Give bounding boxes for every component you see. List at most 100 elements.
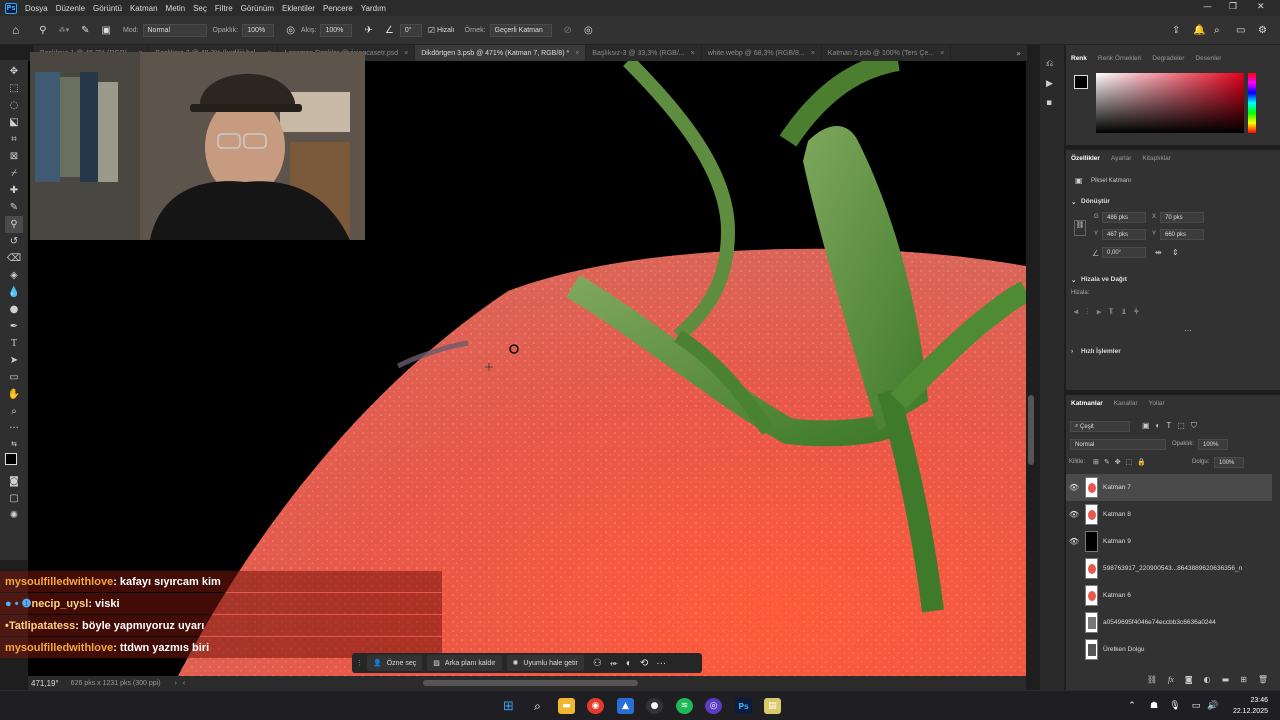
hue-slider[interactable] <box>1248 73 1256 133</box>
brush-settings-icon[interactable]: ✎ <box>81 25 89 36</box>
object-select-tool-icon[interactable]: ⬕ <box>5 114 23 131</box>
pressure-size-icon[interactable]: ◎ <box>584 25 593 36</box>
file-explorer-icon[interactable]: ▬ <box>558 698 575 714</box>
zoom-level[interactable]: 471,19° <box>31 679 59 688</box>
more-tools-icon[interactable]: ··· <box>5 420 23 437</box>
menu-sec[interactable]: Seç <box>193 4 207 13</box>
discord-icon[interactable]: ☗ <box>1148 698 1160 714</box>
menu-yardim[interactable]: Yardım <box>361 4 386 13</box>
search-icon[interactable]: ⌕ <box>529 698 546 714</box>
layer-filter-icons[interactable]: ▣◐T⬚⛉ <box>1142 421 1203 431</box>
spotify-icon[interactable]: ≋ <box>676 698 693 714</box>
layer-row[interactable]: 👁 Katman 7 <box>1066 474 1272 501</box>
tab-swatches[interactable]: Renk Örnekleri <box>1098 55 1141 62</box>
microphone-icon[interactable]: 🎙 <box>1169 698 1181 714</box>
aligned-checkbox[interactable]: ☑ <box>428 26 435 35</box>
home-icon[interactable]: ⌂ <box>12 23 19 37</box>
brush-tool-icon[interactable]: ✎ <box>5 199 23 216</box>
color-field[interactable] <box>1096 73 1244 133</box>
transform-chevron-icon[interactable]: ⌄ <box>1071 198 1076 206</box>
marquee-tool-icon[interactable]: ⬚ <box>5 80 23 97</box>
image-viewer-icon[interactable]: ▤ <box>764 698 781 714</box>
rotation-input[interactable]: 0,00° <box>1102 247 1146 258</box>
new-layer-icon[interactable]: ⊞ <box>1240 675 1247 684</box>
height-input[interactable]: 467 pks <box>1102 229 1146 240</box>
tab-gradients[interactable]: Degradeler <box>1152 55 1184 62</box>
photos-icon[interactable]: ▲ <box>617 698 634 714</box>
pressure-opacity-icon[interactable]: ◎ <box>286 25 295 36</box>
menu-pencere[interactable]: Pencere <box>323 4 353 13</box>
width-input[interactable]: 486 pks <box>1102 212 1146 223</box>
adjustment-layer-icon[interactable]: ◐ <box>1204 675 1211 684</box>
x-input[interactable]: 70 pks <box>1160 212 1204 223</box>
generate-icon[interactable]: ⟲ <box>640 658 648 669</box>
menu-goruntu[interactable]: Görüntü <box>93 4 122 13</box>
stamp-panel-icon[interactable]: ▣ <box>101 25 110 36</box>
tab-libraries[interactable]: Kitaplıklar <box>1142 155 1171 162</box>
harmonize-button[interactable]: ✺ Uyumlu hale getir <box>506 655 584 671</box>
align-chevron-icon[interactable]: ⌄ <box>1071 276 1076 284</box>
angle-input[interactable]: 0° <box>399 23 422 37</box>
obs-icon[interactable]: ◎ <box>705 698 722 714</box>
zoom-tool-icon[interactable]: ⌕ <box>5 403 23 420</box>
more-options-icon[interactable]: ··· <box>656 658 666 669</box>
flip-vertical-icon[interactable]: ⇕ <box>1172 248 1179 257</box>
generative-icon[interactable]: ✺ <box>5 507 23 524</box>
clone-stamp-icon[interactable]: ⚲ <box>39 25 46 36</box>
tray-overflow-icon[interactable]: ⌃ <box>1126 698 1138 714</box>
menu-gorunum[interactable]: Görünüm <box>241 4 274 13</box>
path-select-icon[interactable]: ➤ <box>5 352 23 369</box>
airbrush-icon[interactable]: ✈ <box>364 25 372 36</box>
workspace-icon[interactable]: ▭ <box>1236 25 1245 36</box>
eyedropper-tool-icon[interactable]: ⌿ <box>5 165 23 182</box>
tab-document-active[interactable]: Dikdörtgen 3.psb @ 471% (Katman 7, RGB/8… <box>415 45 587 61</box>
visibility-eye-icon[interactable]: 👁 <box>1066 537 1082 546</box>
type-tool-icon[interactable]: T <box>5 335 23 352</box>
close-tab-icon[interactable]: × <box>575 50 579 57</box>
swap-colors-icon[interactable]: ⇆ <box>5 437 23 451</box>
tab-document-7[interactable]: Katman 2.psb @ 100% (Ters Çe... × <box>822 45 952 61</box>
align-buttons[interactable]: ⫷⫶⫸⫪⫫⫩ <box>1074 307 1147 317</box>
lock-icons[interactable]: ⊞✎✥⬚🔒 <box>1093 458 1151 466</box>
panel-foreground-color[interactable] <box>1074 75 1088 89</box>
tab-color[interactable]: Renk <box>1071 55 1087 62</box>
minimize-icon[interactable]: — <box>1203 2 1212 12</box>
close-tab-icon[interactable]: × <box>404 50 408 57</box>
actions-play-icon[interactable]: ▶ <box>1046 79 1053 89</box>
menu-duzenle[interactable]: Düzenle <box>56 4 85 13</box>
layer-row[interactable]: Üretken Dolgu <box>1066 636 1272 663</box>
link-icon[interactable]: ⛓ <box>1074 220 1086 236</box>
blur-tool-icon[interactable]: 💧 <box>5 284 23 301</box>
screen-mode-icon[interactable]: ▢ <box>5 490 23 507</box>
close-icon[interactable]: ✕ <box>1257 2 1265 12</box>
lasso-tool-icon[interactable]: ◌ <box>5 97 23 114</box>
blend-mode-select[interactable]: Normal <box>1070 439 1166 450</box>
notifications-icon[interactable]: 🔔 <box>1193 25 1205 36</box>
status-arrow-icon[interactable]: › <box>175 680 177 687</box>
transform-icon[interactable]: ⬰ <box>610 658 618 669</box>
healing-brush-icon[interactable]: ✚ <box>5 182 23 199</box>
pen-tool-icon[interactable]: ✒ <box>5 318 23 335</box>
paint-bucket-icon[interactable]: ◈ <box>5 267 23 284</box>
close-tab-icon[interactable]: × <box>691 50 695 57</box>
speaker-icon[interactable]: 🔊 <box>1207 698 1219 714</box>
menu-katman[interactable]: Katman <box>130 4 158 13</box>
close-tab-icon[interactable]: × <box>811 50 815 57</box>
layer-row[interactable]: 598763917_220900543...8643889620636356_n <box>1066 555 1272 582</box>
display-icon[interactable]: ▭ <box>1190 698 1202 714</box>
mode-select[interactable]: Normal <box>142 23 207 37</box>
horizontal-scrollbar[interactable] <box>423 680 638 686</box>
search-icon[interactable]: ⌕ <box>1214 25 1220 36</box>
fill-input[interactable]: 100% <box>1214 457 1244 468</box>
menu-filtre[interactable]: Filtre <box>215 4 233 13</box>
eraser-tool-icon[interactable]: ⌫ <box>5 250 23 267</box>
tab-document-6[interactable]: white.webp @ 68,3% (RGB/8... × <box>702 45 822 61</box>
history-icon[interactable]: ⎌ <box>1046 59 1053 69</box>
sample-select[interactable]: Geçerli Katman <box>489 23 552 37</box>
clone-stamp-tool-icon[interactable]: ⚲ <box>5 216 23 233</box>
delete-layer-icon[interactable]: 🗑 <box>1258 675 1268 684</box>
drag-handle-icon[interactable]: ⋮ <box>356 659 363 667</box>
windows-start-icon[interactable]: ⊞ <box>500 698 517 714</box>
frame-tool-icon[interactable]: ⊠ <box>5 148 23 165</box>
layer-row[interactable]: Katman 6 <box>1066 582 1272 609</box>
